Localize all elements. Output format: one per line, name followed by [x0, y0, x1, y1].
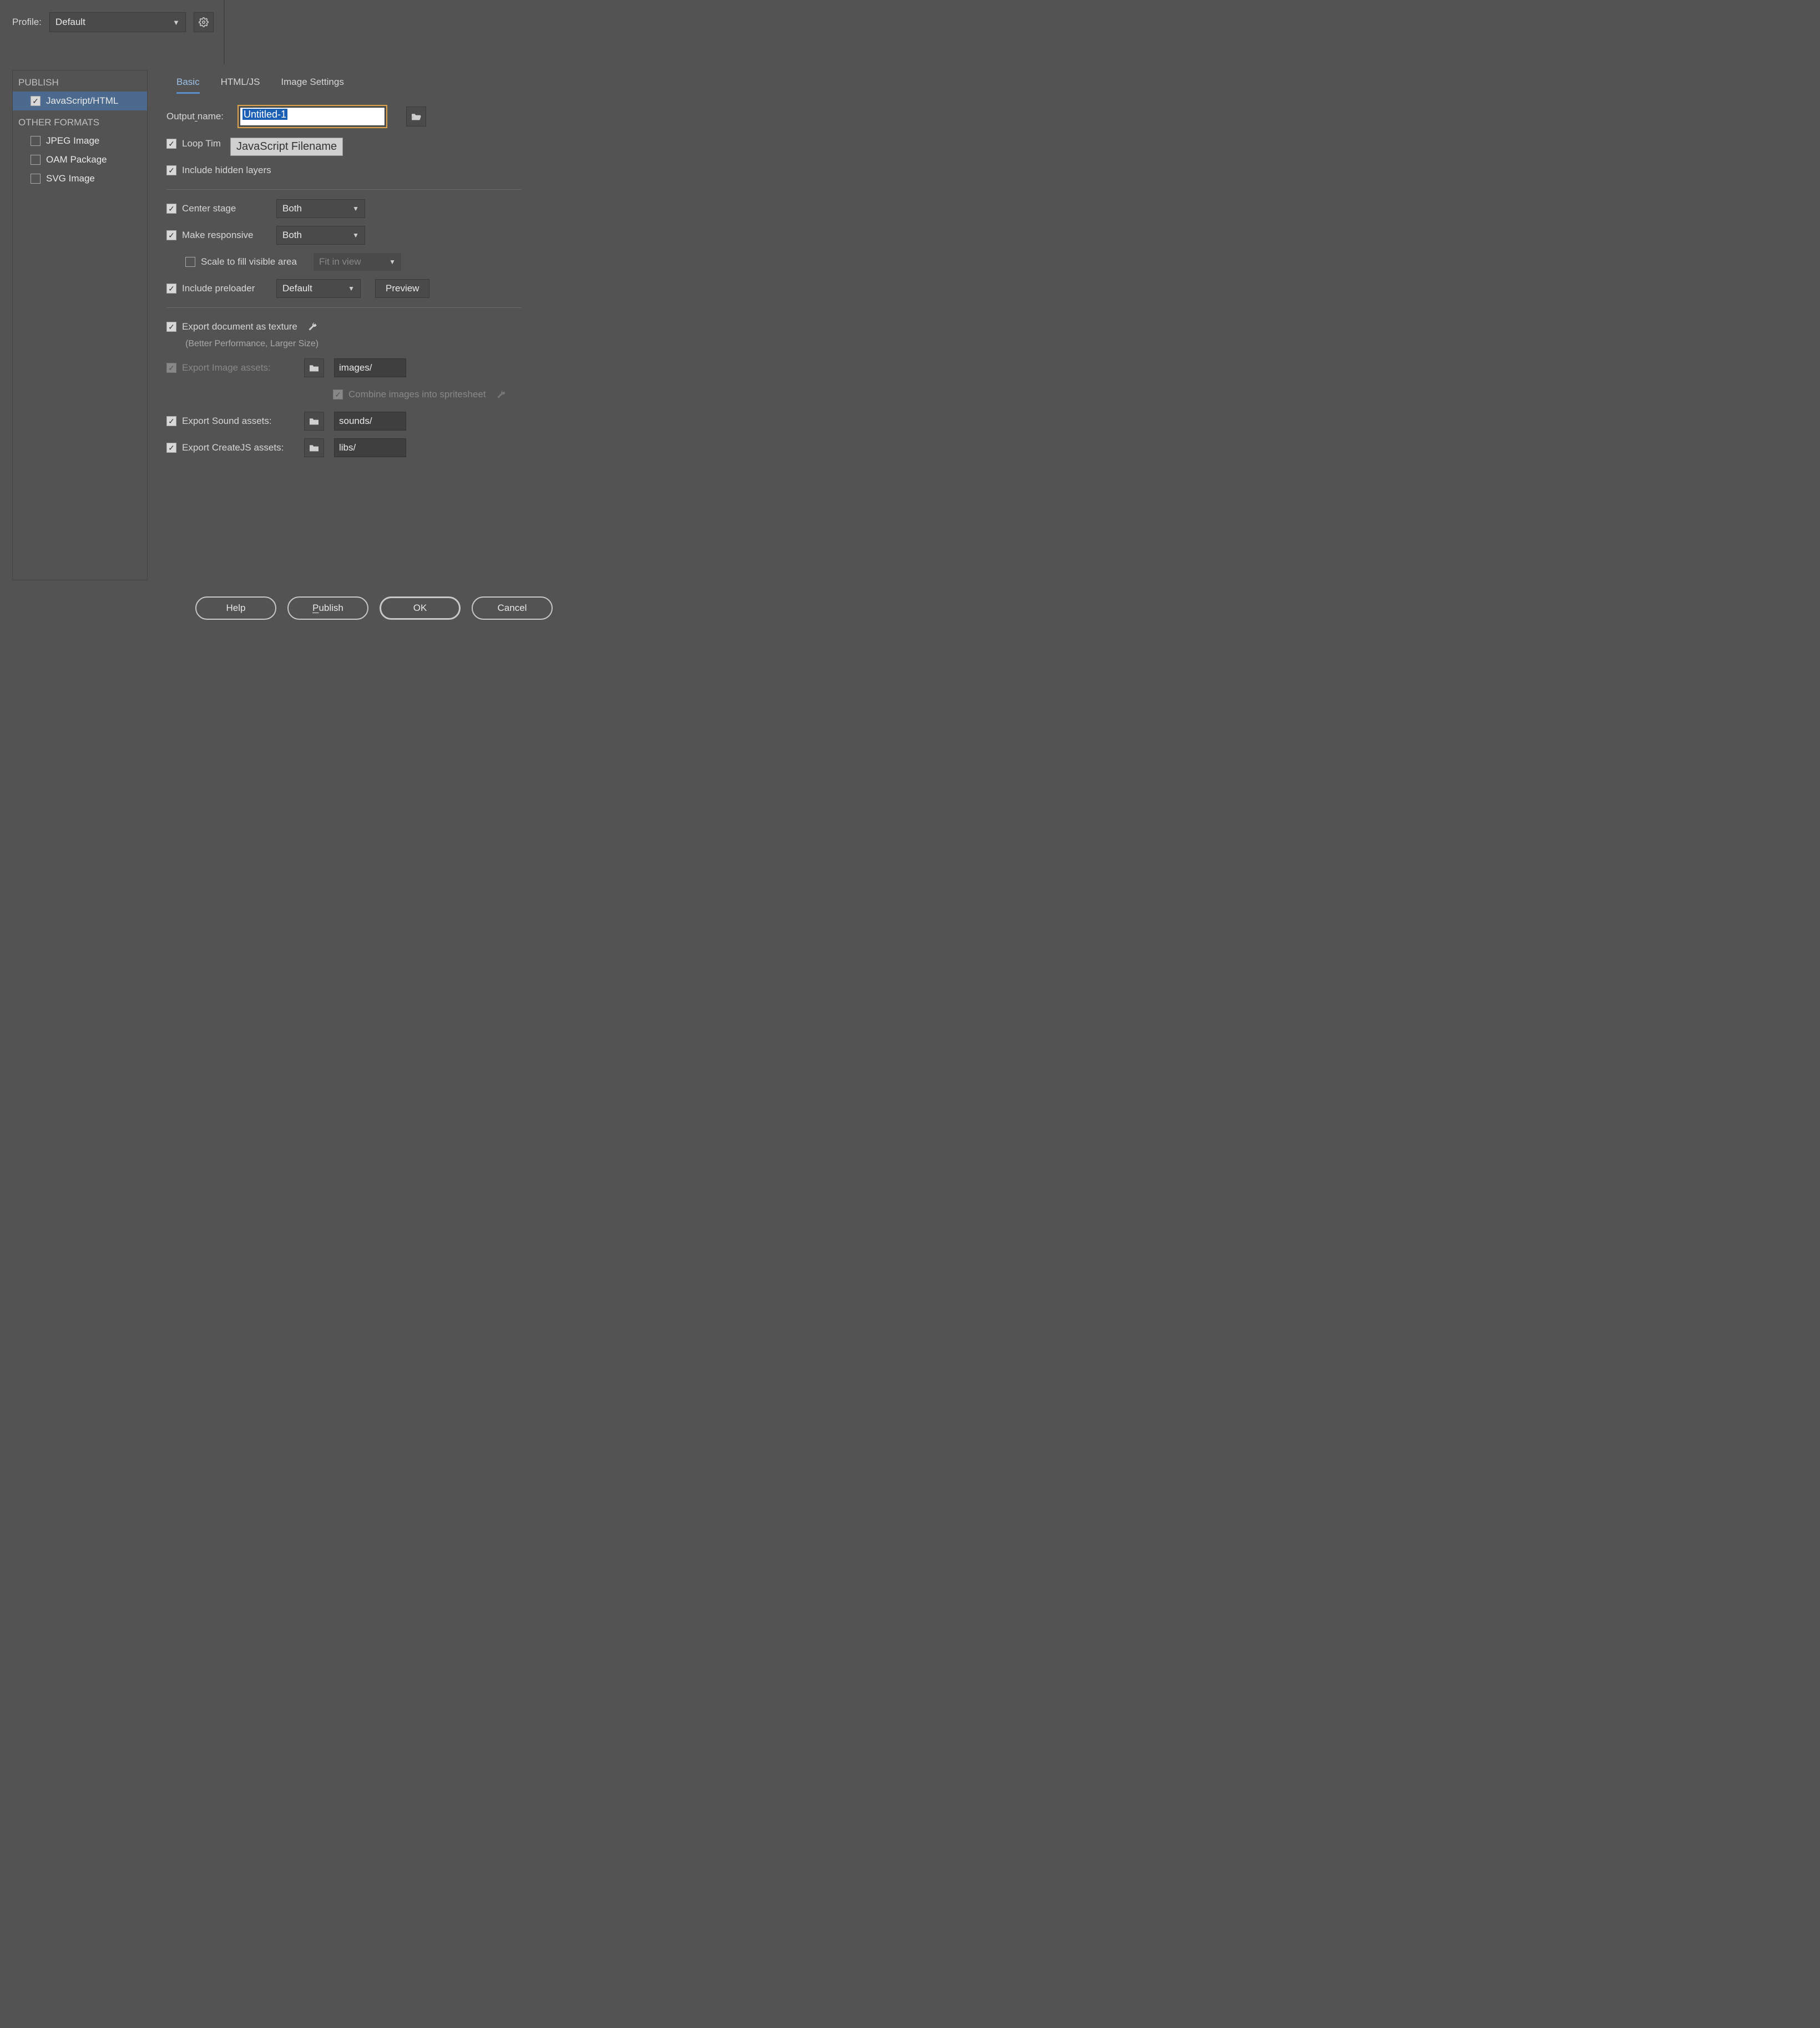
sidebar-item-javascript-html[interactable]: JavaScript/HTML [13, 92, 147, 110]
checkbox-export-createjs-assets[interactable] [166, 443, 176, 453]
checkbox-javascript-html[interactable] [31, 96, 41, 106]
checkbox-make-responsive[interactable] [166, 230, 176, 240]
checkbox-center-stage[interactable] [166, 204, 176, 214]
folder-open-icon [411, 112, 422, 121]
export-createjs-assets-label: Export CreateJS assets: [182, 442, 299, 453]
sidebar-header-publish: PUBLISH [13, 70, 147, 92]
sounds-path-input[interactable]: sounds/ [334, 412, 406, 431]
gear-icon [199, 17, 209, 27]
sidebar-item-label: JavaScript/HTML [46, 95, 118, 107]
tab-basic[interactable]: Basic [176, 77, 200, 94]
cancel-button[interactable]: Cancel [472, 596, 553, 620]
output-name-tooltip: JavaScript Filename [230, 138, 343, 156]
export-image-assets-label: Export Image assets: [182, 362, 299, 373]
checkbox-loop-timeline[interactable] [166, 139, 176, 149]
sidebar-item-label: OAM Package [46, 154, 107, 165]
checkbox-export-sound-assets[interactable] [166, 416, 176, 426]
checkbox-include-hidden-layers[interactable] [166, 165, 176, 175]
wrench-icon [496, 390, 506, 399]
chevron-down-icon: ▼ [389, 258, 396, 266]
sidebar-item-label: SVG Image [46, 173, 95, 184]
checkbox-export-image-assets [166, 363, 176, 373]
center-stage-select[interactable]: Both ▼ [276, 199, 365, 218]
checkbox-export-as-texture[interactable] [166, 322, 176, 332]
libs-path-input[interactable]: libs/ [334, 438, 406, 457]
sounds-path-value: sounds/ [339, 416, 372, 427]
wrench-icon[interactable] [307, 322, 317, 332]
output-name-field-wrap: Untitled-1 [237, 105, 387, 128]
folder-icon [309, 363, 320, 372]
browse-output-button[interactable] [406, 107, 426, 127]
tab-html-js[interactable]: HTML/JS [221, 77, 260, 94]
sidebar-item-svg[interactable]: SVG Image [13, 169, 147, 188]
sidebar-item-jpeg[interactable]: JPEG Image [13, 132, 147, 150]
checkbox-svg[interactable] [31, 174, 41, 184]
ok-button-label: OK [413, 603, 427, 614]
checkbox-scale-to-fill[interactable] [185, 257, 195, 267]
export-sound-assets-label: Export Sound assets: [182, 416, 299, 427]
browse-sounds-button[interactable] [304, 412, 324, 431]
checkbox-combine-spritesheet [333, 390, 343, 399]
output-name-value: Untitled-1 [242, 109, 287, 120]
checkbox-include-preloader[interactable] [166, 284, 176, 294]
make-responsive-select[interactable]: Both ▼ [276, 226, 365, 245]
make-responsive-label: Make responsive [182, 230, 271, 241]
images-path-input[interactable]: images/ [334, 358, 406, 377]
scale-to-fill-value: Fit in view [319, 256, 361, 267]
profile-settings-button[interactable] [194, 12, 214, 32]
preloader-value: Default [282, 283, 312, 294]
loop-timeline-label: Loop Tim [182, 138, 221, 149]
output-name-label: Output name: [166, 111, 232, 122]
profile-label: Profile: [12, 17, 42, 28]
sidebar-item-oam[interactable]: OAM Package [13, 150, 147, 169]
scale-to-fill-label: Scale to fill visible area [201, 256, 307, 267]
output-name-input[interactable]: Untitled-1 [240, 107, 385, 126]
include-preloader-label: Include preloader [182, 283, 271, 294]
browse-images-button[interactable] [304, 358, 324, 377]
preview-button-label: Preview [386, 283, 419, 294]
publish-button-label: Publish [312, 603, 343, 614]
format-sidebar: PUBLISH JavaScript/HTML OTHER FORMATS JP… [12, 70, 148, 580]
include-hidden-layers-label: Include hidden layers [182, 165, 271, 176]
sidebar-header-other: OTHER FORMATS [13, 110, 147, 132]
folder-icon [309, 417, 320, 426]
help-button-label: Help [226, 603, 246, 614]
center-stage-label: Center stage [182, 203, 271, 214]
center-stage-value: Both [282, 203, 302, 214]
profile-select[interactable]: Default ▼ [49, 12, 186, 32]
divider [166, 189, 522, 190]
main-panel: Basic HTML/JS Image Settings Output name… [166, 77, 538, 463]
checkbox-oam[interactable] [31, 155, 41, 165]
images-path-value: images/ [339, 362, 372, 373]
preview-button[interactable]: Preview [375, 279, 429, 298]
make-responsive-value: Both [282, 230, 302, 241]
cancel-button-label: Cancel [498, 603, 527, 614]
combine-spritesheet-label: Combine images into spritesheet [348, 389, 486, 400]
export-as-texture-label: Export document as texture [182, 321, 297, 332]
chevron-down-icon: ▼ [173, 18, 180, 27]
profile-select-value: Default [55, 17, 85, 28]
chevron-down-icon: ▼ [352, 231, 359, 239]
divider [166, 307, 522, 308]
ok-button[interactable]: OK [380, 596, 461, 620]
browse-libs-button[interactable] [304, 438, 324, 457]
chevron-down-icon: ▼ [352, 205, 359, 213]
help-button[interactable]: Help [195, 596, 276, 620]
scale-to-fill-select: Fit in view ▼ [313, 252, 402, 271]
checkbox-jpeg[interactable] [31, 136, 41, 146]
folder-icon [309, 443, 320, 452]
export-as-texture-note: (Better Performance, Larger Size) [166, 339, 538, 349]
sidebar-item-label: JPEG Image [46, 135, 99, 146]
preloader-select[interactable]: Default ▼ [276, 279, 361, 298]
vertical-divider [224, 0, 225, 64]
publish-button[interactable]: Publish [287, 596, 368, 620]
tab-image-settings[interactable]: Image Settings [281, 77, 343, 94]
libs-path-value: libs/ [339, 442, 356, 453]
chevron-down-icon: ▼ [348, 285, 355, 292]
